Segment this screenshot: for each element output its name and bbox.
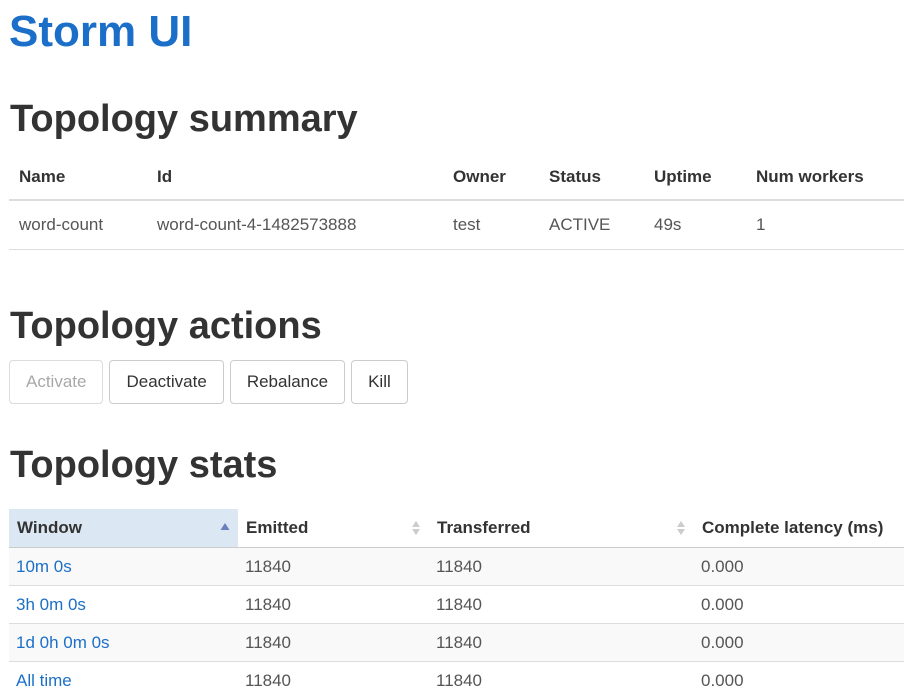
stats-window-cell: 1d 0h 0m 0s bbox=[9, 623, 238, 662]
up-down-arrows-icon bbox=[411, 520, 421, 536]
summary-col-name: Name bbox=[9, 155, 147, 201]
window-link[interactable]: 3h 0m 0s bbox=[16, 595, 86, 614]
window-link[interactable]: 10m 0s bbox=[16, 557, 72, 576]
up-down-arrows-icon bbox=[676, 520, 686, 536]
topology-stats-table: Window Emitted Transferred Complete late… bbox=[9, 509, 904, 692]
kill-button[interactable]: Kill bbox=[351, 360, 408, 404]
summary-col-uptime: Uptime bbox=[644, 155, 746, 201]
triangle-up-icon bbox=[220, 520, 230, 536]
stats-emitted: 11840 bbox=[238, 661, 429, 692]
stats-emitted: 11840 bbox=[238, 547, 429, 586]
stats-window-cell: All time bbox=[9, 661, 238, 692]
summary-name: word-count bbox=[9, 200, 147, 250]
stats-col-transferred[interactable]: Transferred bbox=[429, 509, 694, 548]
summary-col-num-workers: Num workers bbox=[746, 155, 904, 201]
summary-col-owner: Owner bbox=[443, 155, 539, 201]
topology-stats-heading: Topology stats bbox=[10, 444, 278, 486]
stats-emitted: 11840 bbox=[238, 585, 429, 624]
topology-summary-heading: Topology summary bbox=[10, 98, 358, 140]
stats-header-row: Window Emitted Transferred Complete late… bbox=[9, 509, 904, 548]
topology-actions-heading: Topology actions bbox=[10, 305, 322, 347]
summary-col-id: Id bbox=[147, 155, 443, 201]
summary-id: word-count-4-1482573888 bbox=[147, 200, 443, 250]
stats-col-emitted[interactable]: Emitted bbox=[238, 509, 429, 548]
summary-uptime: 49s bbox=[644, 200, 746, 250]
stats-emitted: 11840 bbox=[238, 623, 429, 662]
app-title-link[interactable]: Storm UI bbox=[9, 6, 192, 58]
summary-col-status: Status bbox=[539, 155, 644, 201]
stats-col-window-label: Window bbox=[17, 518, 82, 537]
stats-transferred: 11840 bbox=[429, 623, 694, 662]
activate-button: Activate bbox=[9, 360, 104, 404]
deactivate-button[interactable]: Deactivate bbox=[109, 360, 224, 404]
summary-header-row: Name Id Owner Status Uptime Num workers bbox=[9, 155, 904, 201]
stats-col-complete-latency-label: Complete latency (ms) bbox=[702, 518, 884, 537]
stats-transferred: 11840 bbox=[429, 585, 694, 624]
stats-transferred: 11840 bbox=[429, 547, 694, 586]
topology-summary-table: Name Id Owner Status Uptime Num workers … bbox=[9, 155, 904, 250]
topology-action-buttons: Activate Deactivate Rebalance Kill bbox=[9, 360, 408, 404]
stats-window-cell: 10m 0s bbox=[9, 547, 238, 586]
stats-row: All time 11840 11840 0.000 bbox=[9, 661, 904, 692]
summary-row: word-count word-count-4-1482573888 test … bbox=[9, 200, 904, 250]
summary-num-workers: 1 bbox=[746, 200, 904, 250]
stats-col-window[interactable]: Window bbox=[9, 509, 238, 548]
stats-transferred: 11840 bbox=[429, 661, 694, 692]
summary-status: ACTIVE bbox=[539, 200, 644, 250]
stats-row: 3h 0m 0s 11840 11840 0.000 bbox=[9, 585, 904, 624]
window-link[interactable]: All time bbox=[16, 671, 72, 690]
window-link[interactable]: 1d 0h 0m 0s bbox=[16, 633, 110, 652]
stats-complete-latency: 0.000 bbox=[694, 661, 904, 692]
stats-row: 10m 0s 11840 11840 0.000 bbox=[9, 547, 904, 586]
rebalance-button[interactable]: Rebalance bbox=[229, 360, 346, 404]
storm-ui-page: Storm UI Topology summary Name Id Owner … bbox=[0, 0, 904, 692]
stats-row: 1d 0h 0m 0s 11840 11840 0.000 bbox=[9, 623, 904, 662]
stats-col-complete-latency[interactable]: Complete latency (ms) bbox=[694, 509, 904, 548]
stats-complete-latency: 0.000 bbox=[694, 547, 904, 586]
stats-col-emitted-label: Emitted bbox=[246, 518, 309, 537]
stats-complete-latency: 0.000 bbox=[694, 585, 904, 624]
stats-complete-latency: 0.000 bbox=[694, 623, 904, 662]
stats-col-transferred-label: Transferred bbox=[437, 518, 531, 537]
summary-owner: test bbox=[443, 200, 539, 250]
stats-window-cell: 3h 0m 0s bbox=[9, 585, 238, 624]
